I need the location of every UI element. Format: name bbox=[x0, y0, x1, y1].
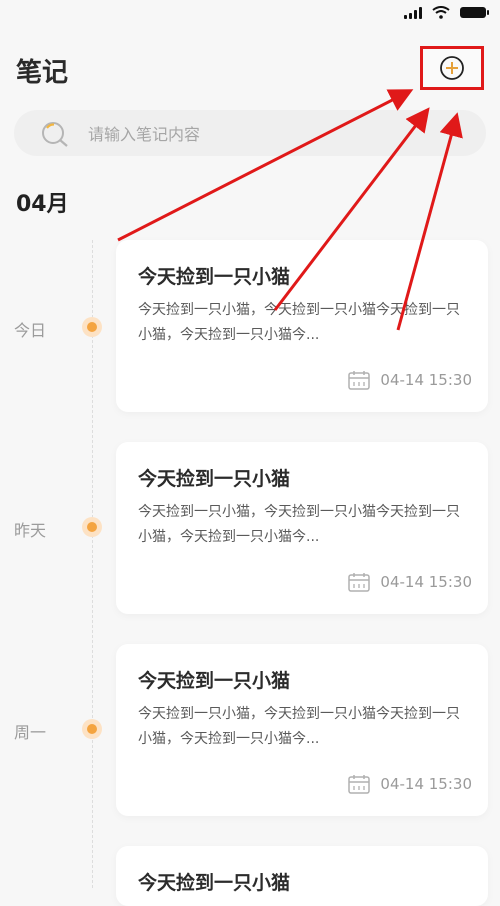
note-title: 今天捡到一只小猫 bbox=[138, 670, 291, 692]
status-bar bbox=[0, 0, 500, 30]
calendar-icon bbox=[348, 775, 371, 794]
day-label: 昨天 bbox=[14, 521, 47, 540]
month-label: 04月 bbox=[16, 192, 69, 217]
note-date-text: 04-14 15:30 bbox=[380, 371, 472, 389]
search-bar[interactable] bbox=[14, 110, 486, 158]
note-card[interactable]: 今天捡到一只小猫 今天捡到一只小猫，今天捡到一只小猫今天捡到一只小猫，今天捡到一… bbox=[116, 442, 488, 614]
note-card[interactable]: 今天捡到一只小猫 bbox=[116, 846, 488, 906]
status-icons bbox=[404, 6, 489, 19]
search-icon bbox=[42, 122, 68, 147]
note-excerpt: 今天捡到一只小猫，今天捡到一只小猫今天捡到一只小猫，今天捡到一只小猫今... bbox=[138, 706, 460, 747]
timeline-line bbox=[92, 240, 93, 888]
note-card[interactable]: 今天捡到一只小猫 今天捡到一只小猫，今天捡到一只小猫今天捡到一只小猫，今天捡到一… bbox=[116, 644, 488, 816]
note-title: 今天捡到一只小猫 bbox=[138, 468, 291, 490]
add-note-button[interactable] bbox=[420, 46, 484, 90]
day-label: 周一 bbox=[14, 723, 47, 742]
note-excerpt: 今天捡到一只小猫，今天捡到一只小猫今天捡到一只小猫，今天捡到一只小猫今... bbox=[138, 504, 460, 545]
note-date-text: 04-14 15:30 bbox=[380, 573, 472, 591]
page-title: 笔记 bbox=[16, 58, 69, 88]
note-date: 04-14 15:30 bbox=[348, 572, 472, 592]
note-card[interactable]: 今天捡到一只小猫 今天捡到一只小猫，今天捡到一只小猫今天捡到一只小猫，今天捡到一… bbox=[116, 240, 488, 412]
note-date: 04-14 15:30 bbox=[348, 370, 472, 390]
plus-circle-icon bbox=[440, 56, 464, 80]
header: 笔记 bbox=[16, 46, 484, 92]
note-excerpt: 今天捡到一只小猫，今天捡到一只小猫今天捡到一只小猫，今天捡到一只小猫今... bbox=[138, 302, 460, 343]
timeline-dot bbox=[82, 517, 102, 537]
wifi-icon bbox=[432, 6, 450, 19]
note-title: 今天捡到一只小猫 bbox=[138, 266, 291, 288]
signal-icon bbox=[404, 6, 422, 19]
calendar-icon bbox=[348, 371, 371, 390]
timeline-dot bbox=[82, 719, 102, 739]
day-label: 今日 bbox=[14, 321, 47, 340]
battery-icon bbox=[460, 7, 489, 18]
note-date-text: 04-14 15:30 bbox=[380, 775, 472, 793]
note-date: 04-14 15:30 bbox=[348, 774, 472, 794]
calendar-icon bbox=[348, 573, 371, 592]
note-title: 今天捡到一只小猫 bbox=[138, 872, 291, 894]
timeline-dot bbox=[82, 317, 102, 337]
search-input[interactable] bbox=[86, 110, 470, 158]
